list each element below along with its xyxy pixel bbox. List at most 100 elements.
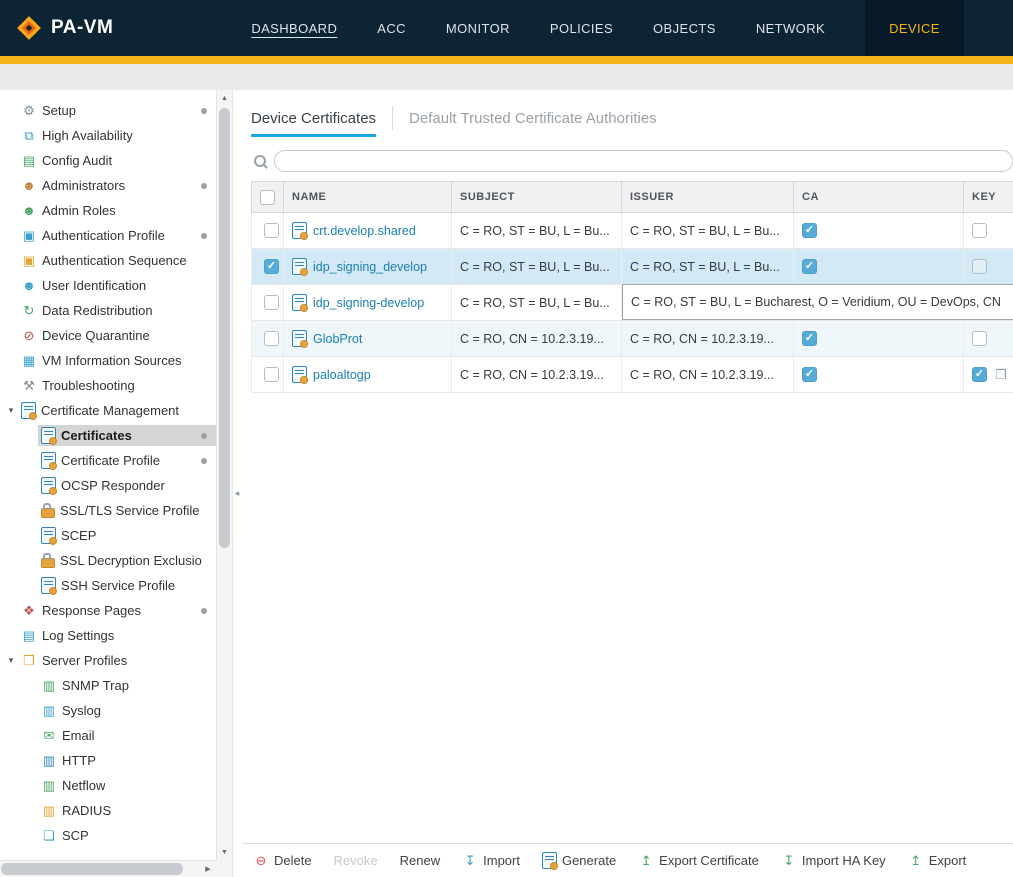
scp-icon: ❏: [41, 828, 57, 844]
certificate-name-link[interactable]: idp_signing_develop: [292, 258, 427, 275]
expand-caret-icon[interactable]: ▾: [4, 405, 18, 416]
sidebar-item-high-availability[interactable]: ⧉High Availability: [0, 123, 216, 148]
tab-device-certificates[interactable]: Device Certificates: [251, 110, 376, 137]
sidebar-item-authentication-sequence[interactable]: ▣Authentication Sequence: [0, 248, 216, 273]
sidebar-item-syslog[interactable]: ▥Syslog: [0, 698, 216, 723]
sidebar-item-server-profiles[interactable]: ▾❒Server Profiles: [0, 648, 216, 673]
sidebar-item-certificate-profile[interactable]: Certificate Profile: [0, 448, 216, 473]
vertical-scroll-thumb[interactable]: [219, 108, 230, 548]
import-button[interactable]: ↧Import: [462, 853, 520, 869]
row-select-checkbox[interactable]: [264, 223, 279, 238]
subject-cell: C = RO, ST = BU, L = Bu...: [452, 213, 622, 248]
certificate-icon: [21, 402, 36, 419]
pa-vm-app: PA-VM DASHBOARDACCMONITORPOLICIESOBJECTS…: [0, 0, 1013, 877]
renew-button[interactable]: Renew: [400, 853, 440, 868]
sidebar-item-administrators[interactable]: ☻Administrators: [0, 173, 216, 198]
table-row-globprot[interactable]: GlobProtC = RO, CN = 10.2.3.19...C = RO,…: [251, 321, 1013, 357]
sidebar-item-user-identification[interactable]: ☻User Identification: [0, 273, 216, 298]
select-cell: [252, 357, 284, 392]
revoke-button: Revoke: [334, 853, 378, 868]
table-row-idp-signing-develop[interactable]: idp_signing-developC = RO, ST = BU, L = …: [251, 285, 1013, 321]
scroll-down-arrow-icon[interactable]: ▼: [217, 845, 232, 859]
sidebar-item-http[interactable]: ▥HTTP: [0, 748, 216, 773]
select-all-checkbox[interactable]: [260, 190, 275, 205]
horizontal-scroll-thumb[interactable]: [1, 863, 183, 875]
certificate-icon: [292, 366, 307, 383]
column-header-ca[interactable]: CA: [794, 182, 964, 212]
sidebar-item-authentication-profile[interactable]: ▣Authentication Profile: [0, 223, 216, 248]
sidebar-item-snmp-trap[interactable]: ▥SNMP Trap: [0, 673, 216, 698]
column-header-issuer[interactable]: ISSUER: [622, 182, 794, 212]
sidebar-item-scp[interactable]: ❏SCP: [0, 823, 216, 848]
table-row-idp-signing-develop[interactable]: idp_signing_develop C = RO, ST = BU, L = …: [251, 249, 1013, 285]
bottom-toolbar: ⊖Delete Revoke Renew ↧Import Generate ↥Export…: [243, 843, 1013, 877]
lock-icon: [41, 508, 55, 518]
sidebar-item-setup[interactable]: ⚙Setup: [0, 98, 216, 123]
sidebar-item-troubleshooting[interactable]: ⚒Troubleshooting: [0, 373, 216, 398]
search-icon: [253, 154, 267, 168]
scrollbar-corner: [216, 860, 232, 877]
scroll-up-arrow-icon[interactable]: ▲: [217, 91, 232, 105]
ca-cell: [794, 357, 964, 392]
certificate-name-link[interactable]: paloaltogp: [292, 366, 371, 383]
sidebar-vertical-scrollbar[interactable]: ▲ ▼: [216, 90, 232, 860]
sidebar-item-label: Authentication Sequence: [42, 253, 187, 268]
scroll-right-arrow-icon[interactable]: ▶: [200, 861, 216, 877]
sidebar-item-response-pages[interactable]: ❖Response Pages: [0, 598, 216, 623]
sidebar-item-log-settings[interactable]: ▤Log Settings: [0, 623, 216, 648]
sidebar-item-ocsp-responder[interactable]: OCSP Responder: [0, 473, 216, 498]
sidebar-item-admin-roles[interactable]: ☻Admin Roles: [0, 198, 216, 223]
sidebar-item-ssl-tls-service-profile[interactable]: SSL/TLS Service Profile: [0, 498, 216, 523]
sidebar-item-certificates[interactable]: Certificates: [0, 423, 216, 448]
sidebar-collapse-handle[interactable]: ◂: [232, 482, 242, 504]
sidebar-item-scep[interactable]: SCEP: [0, 523, 216, 548]
row-select-checkbox[interactable]: [264, 367, 279, 382]
nav-objects[interactable]: OBJECTS: [653, 21, 716, 36]
import-ha-key-button[interactable]: ↧Import HA Key: [781, 853, 886, 869]
nav-policies[interactable]: POLICIES: [550, 21, 613, 36]
column-header-name[interactable]: NAME: [284, 182, 452, 212]
sidebar-item-label: HTTP: [62, 753, 96, 768]
certificate-name-link[interactable]: GlobProt: [292, 330, 362, 347]
delete-icon: ⊖: [253, 853, 269, 869]
generate-button[interactable]: Generate: [542, 852, 616, 869]
certificate-name-link[interactable]: idp_signing-develop: [292, 294, 424, 311]
sidebar-item-data-redistribution[interactable]: ↻Data Redistribution: [0, 298, 216, 323]
row-select-checkbox[interactable]: [264, 259, 279, 274]
nav-network[interactable]: NETWORK: [756, 21, 825, 36]
table-row-paloaltogp[interactable]: paloaltogpC = RO, CN = 10.2.3.19...C = R…: [251, 357, 1013, 393]
sidebar-item-radius[interactable]: ▥RADIUS: [0, 798, 216, 823]
export-certificate-button[interactable]: ↥Export Certificate: [638, 853, 759, 869]
nav-monitor[interactable]: MONITOR: [446, 21, 510, 36]
certificate-name-link[interactable]: crt.develop.shared: [292, 222, 416, 239]
column-header-key[interactable]: KEY: [964, 182, 1013, 212]
issuer-cell: C = RO, ST = BU, L = Bu...: [622, 249, 794, 284]
search-input[interactable]: [274, 150, 1013, 172]
sidebar-item-device-quarantine[interactable]: ⊘Device Quarantine: [0, 323, 216, 348]
sidebar-item-vm-information-sources[interactable]: ▦VM Information Sources: [0, 348, 216, 373]
select-cell: [252, 321, 284, 356]
sidebar-item-email[interactable]: ✉Email: [0, 723, 216, 748]
nav-acc[interactable]: ACC: [377, 21, 406, 36]
sidebar-item-label: Config Audit: [42, 153, 112, 168]
row-select-checkbox[interactable]: [264, 295, 279, 310]
sidebar-splitter[interactable]: ◂: [232, 90, 243, 877]
column-header-subject[interactable]: SUBJECT: [452, 182, 622, 212]
sidebar-item-ssl-decryption-exclusio[interactable]: SSL Decryption Exclusio: [0, 548, 216, 573]
export-button[interactable]: ↥Export: [908, 853, 967, 869]
expand-caret-icon[interactable]: ▾: [4, 655, 18, 666]
nav-dashboard[interactable]: DASHBOARD: [251, 21, 337, 36]
nav-device[interactable]: DEVICE: [865, 0, 964, 56]
certificate-icon: [41, 452, 56, 469]
delete-button[interactable]: ⊖Delete: [253, 853, 312, 869]
sidebar-item-certificate-management[interactable]: ▾Certificate Management: [0, 398, 216, 423]
sidebar-item-ssh-service-profile[interactable]: SSH Service Profile: [0, 573, 216, 598]
select-cell: [252, 285, 284, 320]
sidebar-item-label: Netflow: [62, 778, 105, 793]
sidebar-horizontal-scrollbar[interactable]: ▶: [0, 860, 216, 877]
sidebar-item-config-audit[interactable]: ▤Config Audit: [0, 148, 216, 173]
sidebar-item-netflow[interactable]: ▥Netflow: [0, 773, 216, 798]
tab-default-trusted-certificate-authorities[interactable]: Default Trusted Certificate Authorities: [409, 110, 657, 137]
row-select-checkbox[interactable]: [264, 331, 279, 346]
table-row-crt-develop-shared[interactable]: crt.develop.shared C = RO, ST = BU, L = B…: [251, 213, 1013, 249]
